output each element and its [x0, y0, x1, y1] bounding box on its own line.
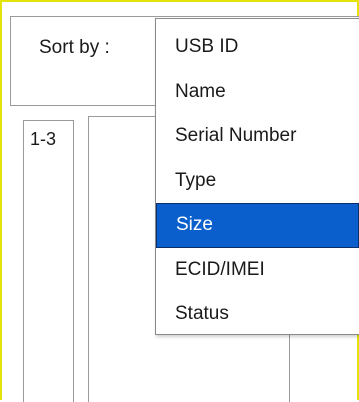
sort-by-label: Sort by : — [39, 37, 110, 58]
sort-option-size[interactable]: Size — [156, 203, 359, 248]
sort-option-ecid-imei[interactable]: ECID/IMEI — [156, 248, 359, 293]
sort-by-dropdown-menu[interactable]: USB ID Name Serial Number Type Size ECID… — [155, 18, 359, 335]
sort-option-name[interactable]: Name — [156, 70, 359, 115]
sort-option-status[interactable]: Status — [156, 292, 359, 337]
page-range-column: 1-3 — [23, 120, 74, 402]
sort-option-serial-number[interactable]: Serial Number — [156, 114, 359, 159]
device-panel-frame: Sort by : 1-3 USB ID Name Serial Number … — [0, 0, 359, 402]
sort-option-usb-id[interactable]: USB ID — [156, 25, 359, 70]
page-range-label: 1-3 — [30, 129, 57, 149]
sort-option-type[interactable]: Type — [156, 159, 359, 204]
